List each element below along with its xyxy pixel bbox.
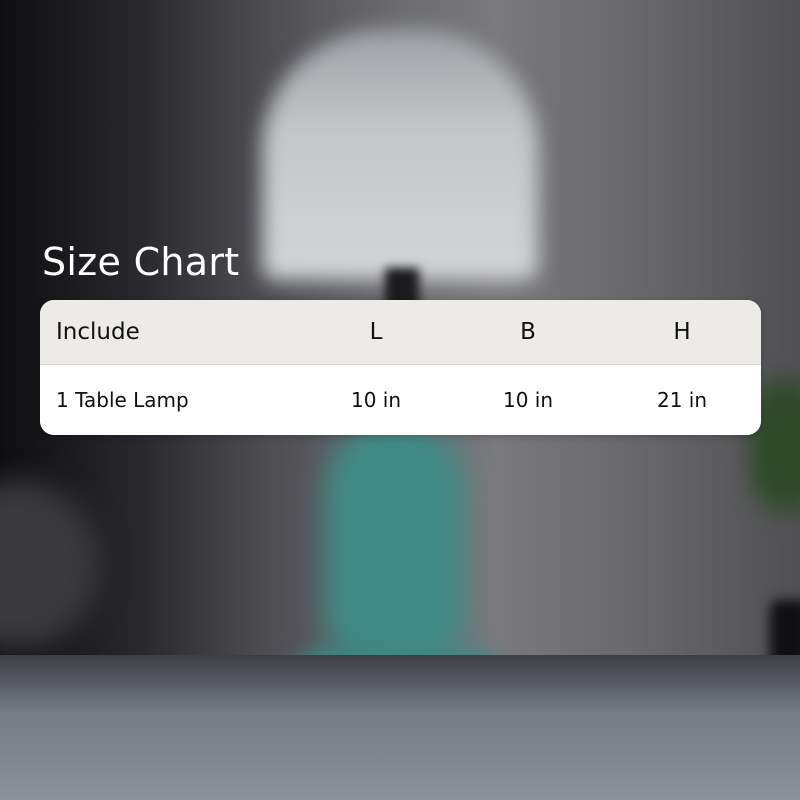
lamp-body — [325, 420, 465, 660]
wall-clock — [0, 480, 100, 650]
cell-breadth: 10 in — [502, 388, 554, 412]
cell-length: 10 in — [350, 388, 402, 412]
cell-include: 1 Table Lamp — [56, 388, 189, 412]
header-breadth: B — [520, 319, 536, 345]
page-title: Size Chart — [42, 240, 240, 284]
table-surface — [0, 655, 800, 800]
table-header-row: Include L B H — [40, 300, 761, 365]
lamp-shade — [262, 30, 538, 280]
header-include: Include — [56, 319, 140, 345]
table-row: 1 Table Lamp 10 in 10 in 21 in — [40, 365, 761, 435]
cell-height: 21 in — [656, 388, 708, 412]
size-chart-table: Include L B H 1 Table Lamp 10 in 10 in 2… — [40, 300, 761, 435]
header-length: L — [369, 319, 383, 345]
header-height: H — [673, 319, 691, 345]
